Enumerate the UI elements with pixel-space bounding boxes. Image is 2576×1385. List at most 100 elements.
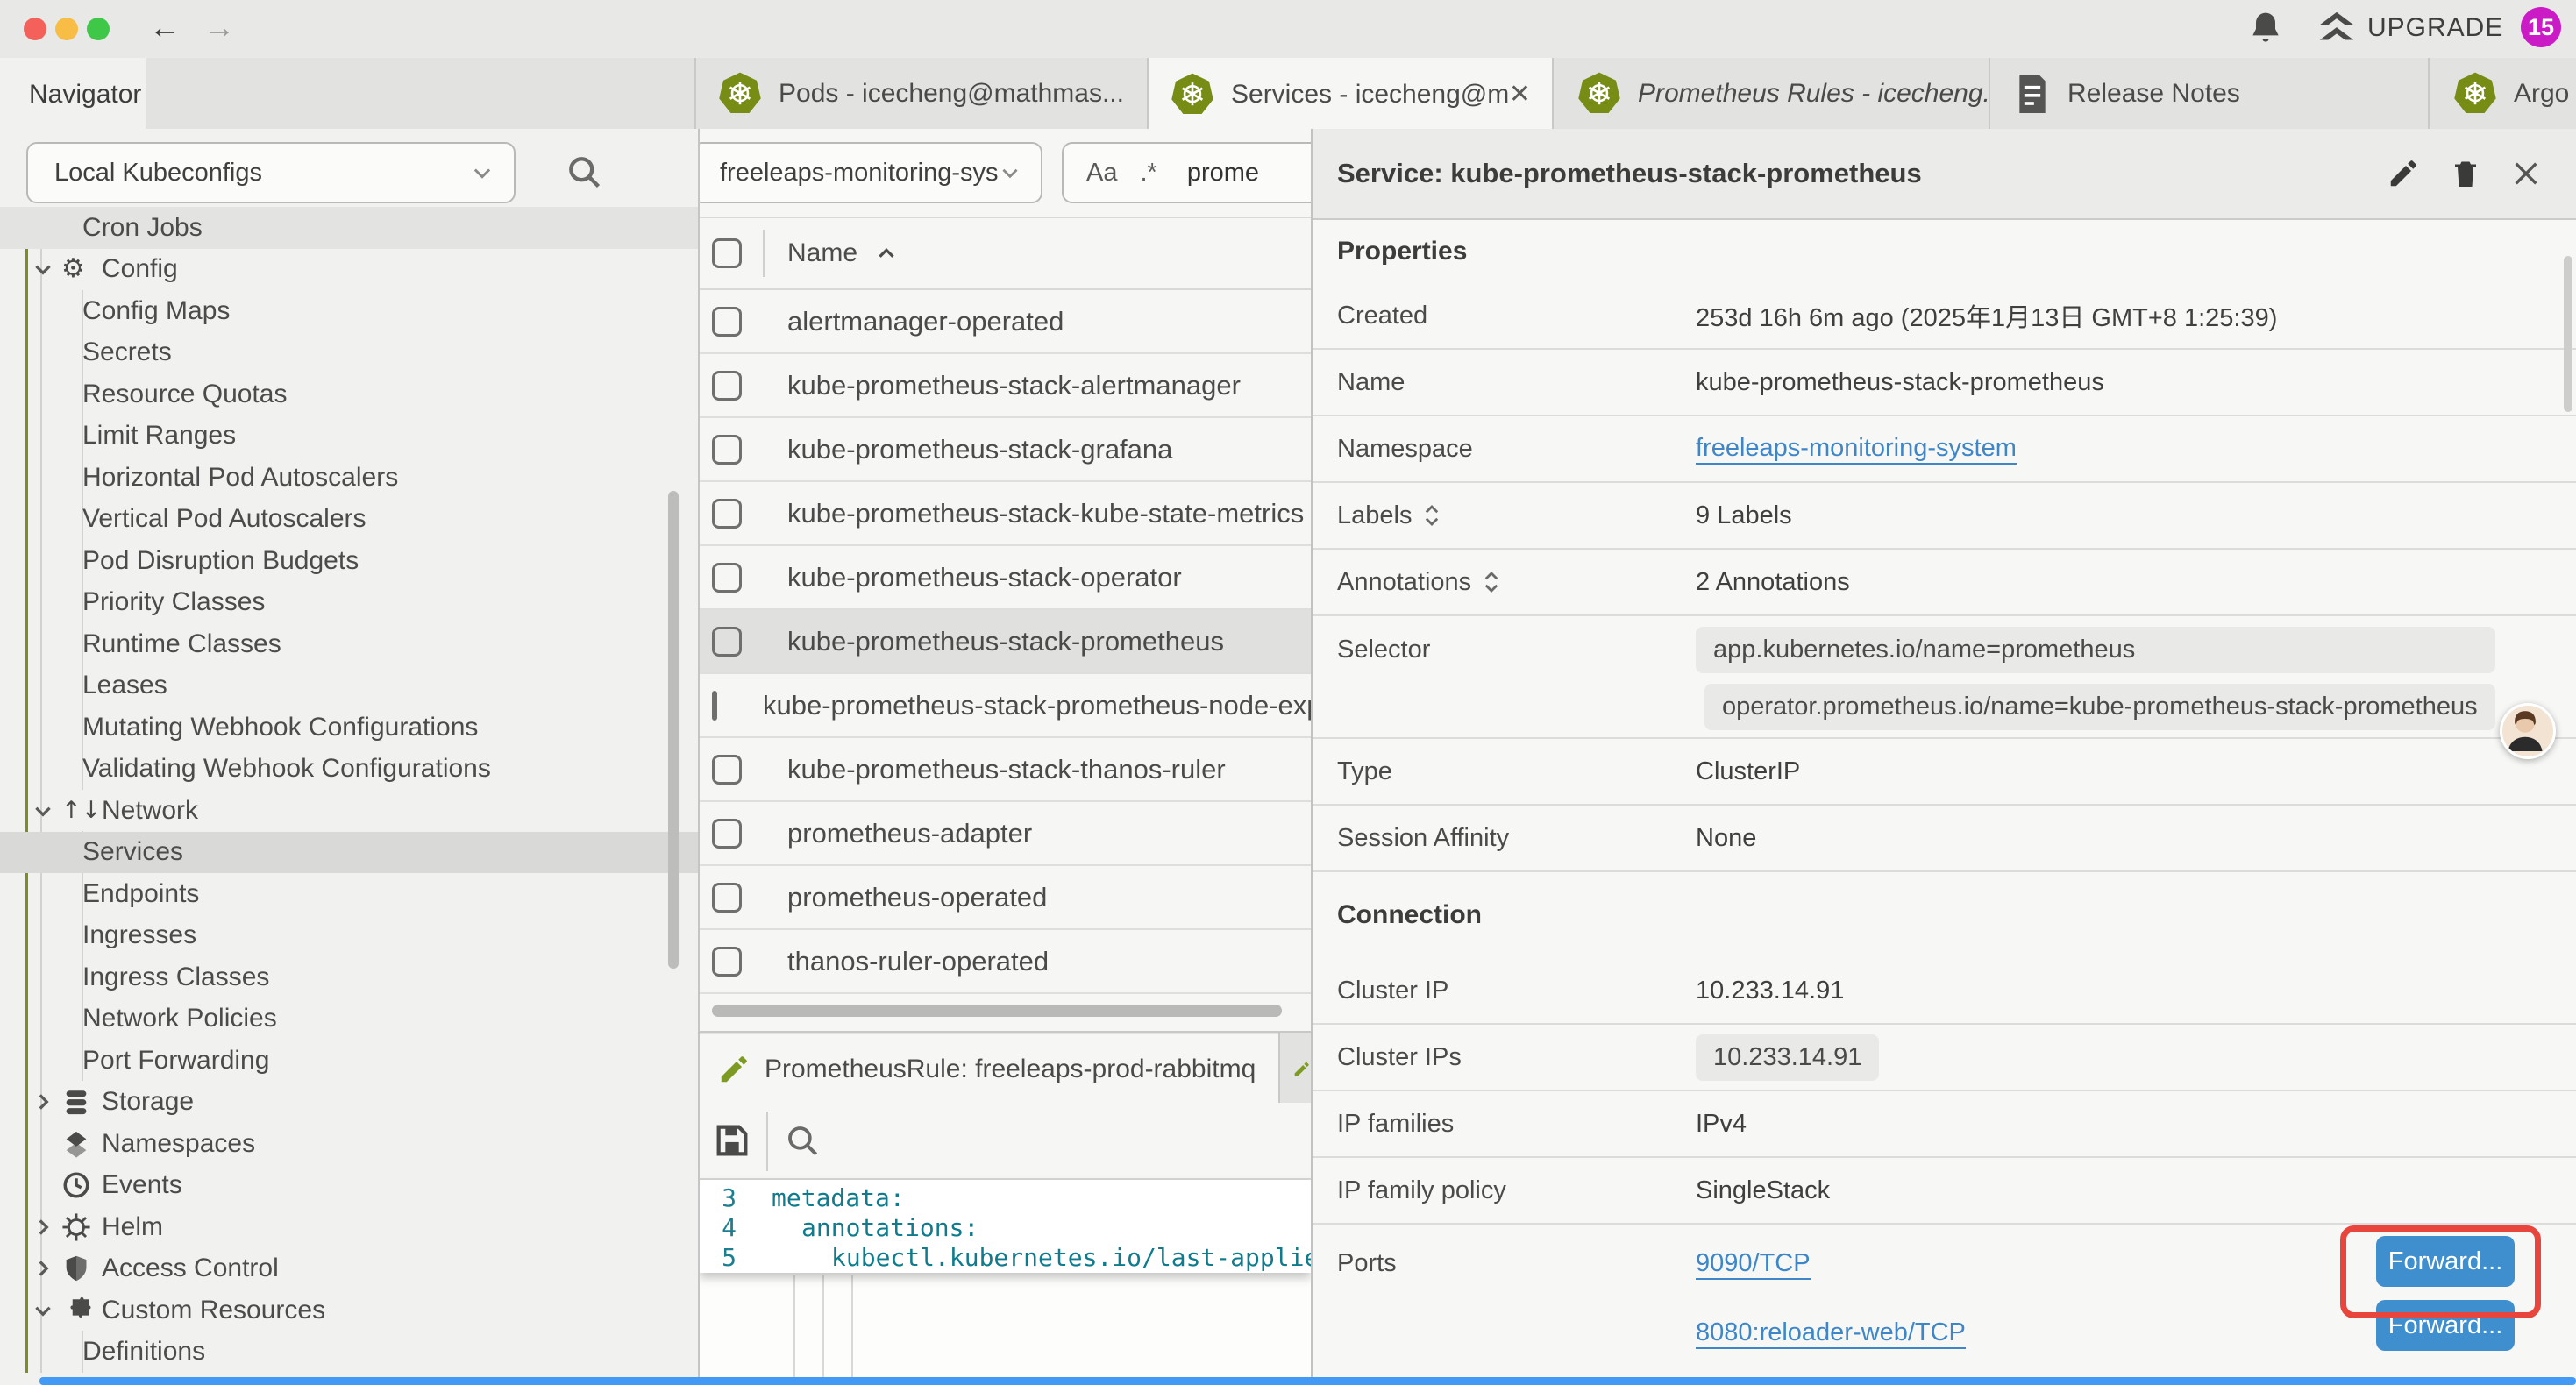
tab-navigator[interactable]: Navigator	[0, 58, 146, 131]
table-row-kube-prometheus-stack-operator[interactable]: kube-prometheus-stack-operator	[700, 546, 1311, 610]
row-checkbox[interactable]	[712, 627, 742, 657]
table-row-alertmanager-operated[interactable]: alertmanager-operated	[700, 290, 1311, 354]
sidebar-item-namespaces[interactable]: Namespaces	[0, 1123, 698, 1165]
sidebar-item-mutating-webhook-configurations[interactable]: Mutating Webhook Configurations	[0, 707, 698, 749]
table-row-kube-prometheus-stack-prometheus-node-expor[interactable]: kube-prometheus-stack-prometheus-node-ex…	[700, 674, 1311, 738]
sidebar-item-runtime-classes[interactable]: Runtime Classes	[0, 623, 698, 665]
edit-icon[interactable]	[2387, 157, 2420, 190]
back-arrow-icon[interactable]: ←	[149, 9, 181, 46]
detail-scrollbar[interactable]	[2564, 256, 2572, 412]
tab-services[interactable]: Services - icecheng@math... ✕	[1149, 58, 1552, 131]
sidebar-item-pod-disruption-budgets[interactable]: Pod Disruption Budgets	[0, 540, 698, 582]
chevron-right-icon[interactable]	[32, 1257, 61, 1280]
chevron-down-icon[interactable]	[32, 258, 61, 281]
sidebar-item-limit-ranges[interactable]: Limit Ranges	[0, 416, 698, 458]
maximize-window-button[interactable]	[87, 18, 110, 40]
sidebar-item-services[interactable]: Services	[0, 832, 698, 874]
sidebar-item-validating-webhook-configurations[interactable]: Validating Webhook Configurations	[0, 749, 698, 791]
row-checkbox[interactable]	[712, 691, 717, 721]
chevron-down-icon[interactable]	[32, 799, 61, 822]
sidebar-scrollbar[interactable]	[668, 491, 679, 969]
sidebar-item-storage[interactable]: Storage	[0, 1082, 698, 1124]
close-window-button[interactable]	[24, 18, 46, 40]
notification-badge[interactable]: 15	[2521, 7, 2561, 47]
table-row-kube-prometheus-stack-alertmanager[interactable]: kube-prometheus-stack-alertmanager	[700, 354, 1311, 418]
sidebar-item-endpoints[interactable]: Endpoints	[0, 873, 698, 915]
name-column-header[interactable]: Name	[787, 238, 857, 268]
port-link-8080[interactable]: 8080:reloader-web/TCP	[1696, 1318, 1966, 1349]
match-case-icon[interactable]: Aa	[1086, 159, 1117, 188]
tab-release-notes[interactable]: Release Notes	[1992, 58, 2428, 129]
chevron-down-icon[interactable]	[32, 1299, 61, 1322]
row-checkbox[interactable]	[712, 307, 742, 337]
chevron-right-icon[interactable]	[32, 1216, 61, 1239]
sidebar-item-ingress-classes[interactable]: Ingress Classes	[0, 956, 698, 998]
tab-editor-second[interactable]	[1280, 1034, 1311, 1104]
upgrade-chevrons-icon[interactable]	[2316, 9, 2357, 49]
sidebar-item-events[interactable]: Events	[0, 1165, 698, 1207]
delete-icon[interactable]	[2450, 156, 2481, 191]
table-row-kube-prometheus-stack-kube-state-metrics[interactable]: kube-prometheus-stack-kube-state-metrics	[700, 482, 1311, 546]
save-icon[interactable]	[712, 1120, 752, 1161]
sidebar-item-cron-jobs[interactable]: Cron Jobs	[0, 207, 698, 249]
table-horizontal-scrollbar[interactable]	[712, 1005, 1282, 1017]
port-link-9090[interactable]: 9090/TCP	[1696, 1249, 1811, 1280]
table-row-kube-prometheus-stack-prometheus[interactable]: kube-prometheus-stack-prometheus	[700, 610, 1311, 674]
namespace-link[interactable]: freeleaps-monitoring-system	[1696, 434, 2017, 465]
row-checkbox[interactable]	[712, 563, 742, 593]
filter-input[interactable]: Aa .* prome	[1062, 142, 1311, 203]
avatar[interactable]	[2500, 703, 2556, 759]
chevron-right-icon[interactable]	[32, 1090, 61, 1113]
upgrade-button[interactable]: UPGRADE	[2367, 13, 2503, 43]
kubeconfig-selector[interactable]: Local Kubeconfigs	[26, 142, 516, 203]
sort-updown-icon[interactable]	[1422, 502, 1441, 529]
row-checkbox[interactable]	[712, 371, 742, 401]
bell-icon[interactable]	[2246, 10, 2285, 48]
sidebar-item-network-policies[interactable]: Network Policies	[0, 998, 698, 1041]
sidebar-item-priority-classes[interactable]: Priority Classes	[0, 582, 698, 624]
sidebar-item-config[interactable]: ⚙Config	[0, 249, 698, 291]
sidebar-item-vertical-pod-autoscalers[interactable]: Vertical Pod Autoscalers	[0, 499, 698, 541]
sidebar-item-resource-quotas[interactable]: Resource Quotas	[0, 373, 698, 416]
close-icon[interactable]	[2511, 159, 2541, 188]
sidebar-item-port-forwarding[interactable]: Port Forwarding	[0, 1040, 698, 1082]
sidebar-item-ingresses[interactable]: Ingresses	[0, 915, 698, 957]
row-checkbox[interactable]	[712, 947, 742, 977]
sidebar-item-config-maps[interactable]: Config Maps	[0, 290, 698, 332]
row-checkbox[interactable]	[712, 755, 742, 785]
minimize-window-button[interactable]	[55, 18, 78, 40]
sort-updown-icon[interactable]	[1482, 569, 1501, 595]
sort-ascending-icon[interactable]	[873, 240, 900, 266]
sidebar-item-definitions[interactable]: Definitions	[0, 1332, 698, 1374]
sidebar-item-custom-resources[interactable]: Custom Resources	[0, 1289, 698, 1332]
regex-icon[interactable]: .*	[1140, 159, 1156, 188]
tab-prometheusrule-editor[interactable]: PrometheusRule: freeleaps-prod-rabbitmq	[700, 1034, 1278, 1104]
row-checkbox[interactable]	[712, 499, 742, 529]
forward-arrow-icon[interactable]: →	[203, 9, 235, 46]
sidebar-item-secrets[interactable]: Secrets	[0, 332, 698, 374]
table-row-thanos-ruler-operated[interactable]: thanos-ruler-operated	[700, 930, 1311, 994]
table-row-kube-prometheus-stack-grafana[interactable]: kube-prometheus-stack-grafana	[700, 418, 1311, 482]
namespace-selector[interactable]: freeleaps-monitoring-system	[700, 142, 1042, 203]
row-checkbox[interactable]	[712, 819, 742, 849]
search-icon[interactable]	[565, 153, 603, 191]
search-icon[interactable]	[784, 1122, 821, 1159]
sidebar-item-access-control[interactable]: Access Control	[0, 1248, 698, 1290]
sidebar-item-network[interactable]: ↑↓Network	[0, 790, 698, 832]
tab-prometheus-rules[interactable]: Prometheus Rules - icecheng...	[1555, 58, 1989, 129]
table-row-kube-prometheus-stack-thanos-ruler[interactable]: kube-prometheus-stack-thanos-ruler	[700, 738, 1311, 802]
yaml-editor[interactable]: 11 o", for: "nm", labels :{ service : 3 …	[700, 1180, 1311, 1385]
sidebar-item-horizontal-pod-autoscalers[interactable]: Horizontal Pod Autoscalers	[0, 457, 698, 499]
table-row-prometheus-adapter[interactable]: prometheus-adapter	[700, 802, 1311, 866]
row-checkbox[interactable]	[712, 435, 742, 465]
close-tab-icon[interactable]: ✕	[1509, 79, 1531, 110]
tab-pods[interactable]: Pods - icecheng@mathmas...	[696, 58, 1147, 129]
sidebar-item-helm[interactable]: Helm	[0, 1206, 698, 1248]
row-checkbox[interactable]	[712, 883, 742, 913]
table-row-prometheus-operated[interactable]: prometheus-operated	[700, 866, 1311, 930]
updown-icon: ↑↓	[61, 799, 102, 822]
tab-argo[interactable]: Argo Se	[2431, 58, 2576, 129]
window-titlebar: ← → UPGRADE 15	[0, 0, 2576, 60]
sidebar-item-leases[interactable]: Leases	[0, 665, 698, 707]
select-all-checkbox[interactable]	[712, 238, 742, 268]
